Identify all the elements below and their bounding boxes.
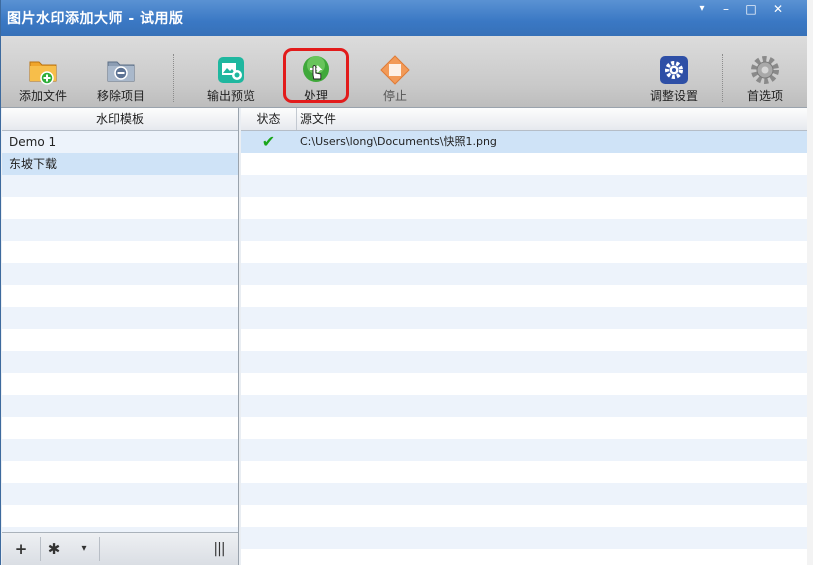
remove-item-label: 移除项目	[96, 89, 145, 103]
template-list: Demo 1 东坡下载	[2, 131, 238, 532]
empty-row	[241, 417, 808, 439]
toolbar-separator	[173, 54, 175, 102]
add-file-label: 添加文件	[18, 89, 67, 103]
preferences-label: 首选项	[746, 89, 783, 103]
empty-row	[2, 439, 238, 461]
empty-row	[2, 241, 238, 263]
stop-icon	[380, 55, 410, 85]
source-file-path: C:\Users\long\Documents\快照1.png	[300, 135, 497, 148]
empty-row	[241, 505, 808, 527]
empty-row	[241, 175, 808, 197]
empty-row	[241, 461, 808, 483]
app-window: 图片水印添加大师 - 试用版 ▾ – □ ✕ 添加文件 移除项目 输出预览 处理…	[0, 0, 809, 565]
add-template-button[interactable]: +	[8, 533, 34, 565]
empty-row	[2, 505, 238, 527]
remove-item-button[interactable]: 移除项目	[87, 36, 155, 107]
empty-row	[2, 395, 238, 417]
preferences-button[interactable]: 首选项	[731, 36, 799, 107]
empty-row	[2, 307, 238, 329]
empty-row	[241, 197, 808, 219]
empty-row	[241, 153, 808, 175]
stop-label: 停止	[382, 89, 407, 103]
empty-row	[241, 549, 808, 565]
window-title: 图片水印添加大师 - 试用版	[7, 11, 184, 27]
template-settings-icon[interactable]: ✱	[42, 533, 66, 565]
window-menu-button[interactable]: ▾	[689, 0, 715, 18]
preview-icon	[218, 57, 244, 83]
empty-row	[2, 351, 238, 373]
gear-icon	[751, 56, 779, 84]
output-preview-button[interactable]: 输出预览	[197, 36, 265, 107]
empty-row	[2, 263, 238, 285]
folder-add-icon	[29, 61, 57, 85]
footer-separator	[99, 537, 100, 561]
chevron-down-icon[interactable]: ▾	[74, 533, 94, 565]
empty-row	[2, 175, 238, 197]
empty-row	[2, 219, 238, 241]
empty-row	[241, 351, 808, 373]
columns-icon[interactable]: |||	[206, 533, 232, 565]
empty-row	[241, 395, 808, 417]
empty-row	[241, 307, 808, 329]
empty-row	[2, 285, 238, 307]
empty-row	[2, 329, 238, 351]
file-list: ✔ C:\Users\long\Documents\快照1.png	[241, 131, 808, 565]
template-item-selected[interactable]: 东坡下载	[2, 153, 238, 175]
folder-remove-icon	[107, 61, 135, 82]
add-file-button[interactable]: 添加文件	[9, 36, 77, 107]
empty-row	[241, 527, 808, 549]
empty-row	[2, 461, 238, 483]
stop-button[interactable]: 停止	[361, 36, 429, 107]
desktop-edge	[807, 0, 813, 565]
maximize-button[interactable]: □	[738, 0, 764, 18]
title-bar: 图片水印添加大师 - 试用版 ▾ – □ ✕	[1, 0, 808, 36]
file-panel: 状态 源文件 ✔ C:\Users\long\Documents\快照1.png	[241, 108, 808, 565]
settings-gear-icon	[660, 56, 688, 84]
footer-separator	[40, 537, 41, 561]
close-button[interactable]: ✕	[765, 0, 791, 18]
empty-row	[241, 285, 808, 307]
empty-row	[241, 329, 808, 351]
empty-row	[2, 417, 238, 439]
adjust-settings-button[interactable]: 调整设置	[639, 36, 709, 107]
file-list-header: 状态 源文件	[241, 108, 808, 131]
empty-row	[241, 483, 808, 505]
process-highlight-box	[283, 48, 349, 103]
empty-row	[2, 197, 238, 219]
status-column-header[interactable]: 状态	[241, 108, 297, 130]
success-check-icon: ✔	[261, 132, 276, 151]
main-toolbar: 添加文件 移除项目 输出预览 处理 停止 调整设置 首选项	[1, 36, 808, 108]
adjust-settings-label: 调整设置	[649, 89, 698, 103]
template-item[interactable]: Demo 1	[2, 131, 238, 153]
empty-row	[241, 263, 808, 285]
output-preview-label: 输出预览	[206, 89, 255, 103]
empty-row	[2, 483, 238, 505]
empty-row	[241, 439, 808, 461]
template-column-header[interactable]: 水印模板	[2, 108, 238, 131]
template-panel: 水印模板 Demo 1 东坡下载 + ✱ ▾ |||	[2, 108, 239, 565]
toolbar-separator	[722, 54, 724, 102]
source-column-header[interactable]: 源文件	[300, 108, 336, 130]
empty-row	[241, 373, 808, 395]
file-row[interactable]: ✔ C:\Users\long\Documents\快照1.png	[241, 131, 808, 153]
minimize-button[interactable]: –	[713, 0, 739, 18]
empty-row	[241, 241, 808, 263]
empty-row	[2, 373, 238, 395]
empty-row	[241, 219, 808, 241]
template-footer-toolbar: + ✱ ▾ |||	[2, 532, 238, 565]
